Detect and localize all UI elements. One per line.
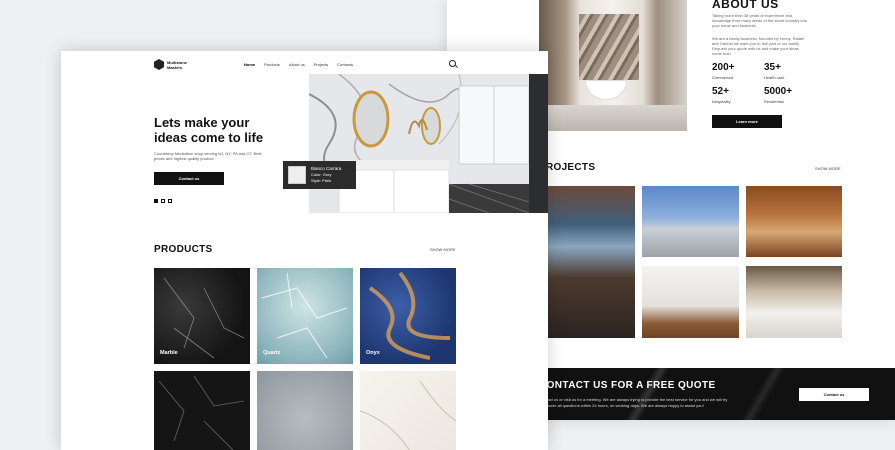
home-page: Multistone Masters Home Products About u… bbox=[61, 51, 548, 450]
cta-text: Contact us or visit us for a meeting. We… bbox=[539, 397, 728, 408]
hero-title: Lets make your ideas come to life bbox=[154, 115, 264, 145]
bathroom-illustration bbox=[309, 74, 548, 213]
product-tile-onyx[interactable]: Onyx bbox=[360, 268, 456, 364]
project-kitchen-image[interactable] bbox=[746, 186, 842, 257]
products-show-more-link[interactable]: SHOW MORE bbox=[430, 247, 456, 252]
nav-contacts[interactable]: Contacts bbox=[337, 62, 353, 67]
learn-more-button[interactable]: Learn more bbox=[712, 115, 782, 128]
product-label: Marble bbox=[160, 350, 178, 356]
main-nav: Home Products About us Projects Contacts bbox=[244, 62, 353, 67]
stat-number: 52+ bbox=[712, 86, 729, 97]
cta-contact-button[interactable]: Contact us bbox=[799, 388, 869, 401]
slider-dot[interactable] bbox=[161, 199, 165, 203]
slider-dot[interactable] bbox=[168, 199, 172, 203]
product-tile-marble[interactable]: Marble bbox=[154, 268, 250, 364]
about-paragraph-1: Taking more than 38 years of experience … bbox=[712, 13, 807, 28]
product-info-card[interactable]: Bianco Carrara Color: Grey Style: Plain bbox=[283, 161, 356, 189]
stat-number: 35+ bbox=[764, 62, 781, 73]
stat-label: Hospitality bbox=[712, 99, 731, 104]
nav-home[interactable]: Home bbox=[244, 62, 255, 67]
mockup-stage: ABOUT US Taking more than 38 years of ex… bbox=[0, 0, 895, 450]
products-title: PRODUCTS bbox=[154, 244, 213, 255]
stat-label: Residential bbox=[764, 99, 784, 104]
product-tile-black-marble[interactable] bbox=[154, 371, 250, 450]
project-interior-image[interactable] bbox=[539, 186, 635, 338]
cta-banner: CONTACT US FOR A FREE QUOTE Contact us o… bbox=[539, 368, 895, 420]
product-tile-white-marble[interactable] bbox=[360, 371, 456, 450]
product-tile-quartz[interactable]: Quartz bbox=[257, 268, 353, 364]
hero-bathroom-image bbox=[309, 74, 548, 213]
slider-dot-active[interactable] bbox=[154, 199, 158, 203]
hero-contact-button[interactable]: Contact us bbox=[154, 172, 224, 185]
about-paragraph-2: We are a family business, founded by Len… bbox=[712, 36, 805, 56]
stat-number: 200+ bbox=[712, 62, 735, 73]
logo-line-2: Masters bbox=[167, 64, 183, 70]
cube-logo-icon bbox=[154, 59, 164, 70]
logo[interactable]: Multistone Masters bbox=[154, 59, 187, 70]
product-tile-granite[interactable] bbox=[257, 371, 353, 450]
stat-label: Health care bbox=[764, 75, 785, 80]
slider-dots bbox=[154, 199, 172, 203]
product-label: Onyx bbox=[366, 350, 380, 356]
bathroom-image bbox=[539, 0, 687, 131]
nav-about[interactable]: About us bbox=[289, 62, 305, 67]
nav-products[interactable]: Products bbox=[264, 62, 280, 67]
project-building-image[interactable] bbox=[642, 186, 739, 257]
project-island-image[interactable] bbox=[746, 266, 842, 338]
search-icon[interactable] bbox=[449, 60, 456, 67]
nav-projects[interactable]: Projects bbox=[314, 62, 328, 67]
stat-label: Commercial bbox=[712, 75, 734, 80]
hero-text: Countertop fabrication shop serving NJ, … bbox=[154, 151, 262, 161]
product-style: Style: Plain bbox=[311, 178, 332, 183]
project-white-kitchen-image[interactable] bbox=[642, 266, 739, 338]
product-label: Quartz bbox=[263, 350, 281, 356]
cta-title: CONTACT US FOR A FREE QUOTE bbox=[539, 380, 716, 391]
about-title: ABOUT US bbox=[712, 0, 779, 11]
product-swatch bbox=[288, 166, 306, 184]
logo-line-1: Multistone bbox=[167, 59, 187, 65]
stat-number: 5000+ bbox=[764, 86, 793, 97]
projects-show-more-link[interactable]: SHOW MORE bbox=[815, 166, 841, 171]
